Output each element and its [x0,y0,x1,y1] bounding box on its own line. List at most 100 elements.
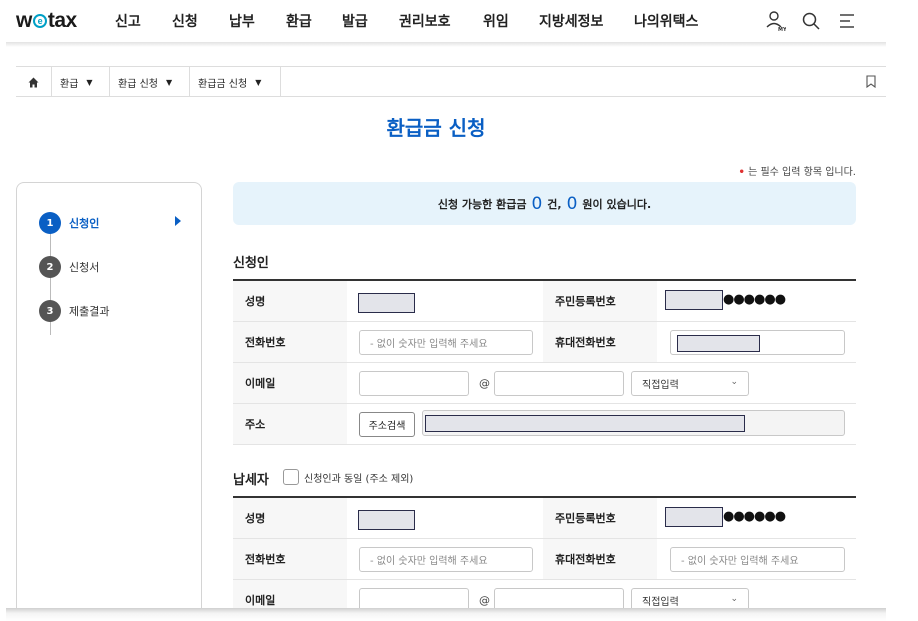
breadcrumb-item-refund-money[interactable]: 환급금 신청 ▼ [190,67,281,97]
logo-e-icon: e [32,14,47,28]
nav-item-issue[interactable]: 발급 [342,11,368,31]
banner-mid: 건, [547,197,562,211]
refund-amount: 0 [566,193,578,214]
bottom-divider [6,608,886,621]
applicant-rrn-front-masked [665,290,723,310]
step-3[interactable]: 3 제출결과 [39,300,109,322]
nav-item-my-wetax[interactable]: 나의위택스 [634,11,698,31]
header-icons: MY [764,10,858,32]
taxpayer-mobile-input[interactable]: - 없이 숫자만 입력해 주세요 [670,547,845,572]
required-note: • 는 필수 입력 항목 입니다. [739,163,857,178]
taxpayer-section-title: 납세자 [233,473,269,488]
applicant-address-input[interactable] [422,410,845,436]
refund-count: 0 [531,193,543,214]
email-at-sign: @ [479,377,490,390]
nav-item-delegate[interactable]: 위임 [483,11,509,31]
wetax-logo[interactable]: w e tax [16,9,77,33]
applicant-row-name: 성명 주민등록번호 ●●●●●● [233,281,856,322]
chevron-down-icon: ⌄ [730,377,738,387]
field-label: 주민등록번호 [543,281,657,321]
search-icon[interactable] [800,10,822,32]
applicant-form: 성명 주민등록번호 ●●●●●● 전화번호 - 없이 숫자만 입력해 주세요 휴… [233,279,856,445]
applicant-address-masked [425,415,745,432]
field-label: 주소 [233,404,347,444]
nav-item-report[interactable]: 신고 [115,11,141,31]
user-icon[interactable]: MY [764,10,786,32]
nav-item-rights[interactable]: 권리보호 [399,11,451,31]
logo-text-tax: tax [47,9,77,32]
chevron-down-icon: ⌄ [730,594,738,604]
breadcrumb-label: 환급 신청 [118,78,158,90]
email-at-sign: @ [479,594,490,607]
my-badge: MY [778,27,786,32]
select-value: 직접입력 [642,597,679,608]
step-arrow-icon [175,216,181,226]
menu-icon[interactable] [836,10,858,32]
applicant-email-id-input[interactable] [359,371,469,396]
step-1[interactable]: 1 신청인 [39,212,99,234]
field-label: 성명 [233,281,347,321]
step-2[interactable]: 2 신청서 [39,256,99,278]
step-label: 제출결과 [69,305,110,318]
applicant-phone-input[interactable]: - 없이 숫자만 입력해 주세요 [359,330,533,355]
breadcrumb-label: 환급금 신청 [198,78,248,90]
page-title: 환급금 신청 [386,116,486,140]
breadcrumb-item-refund[interactable]: 환급 ▼ [52,67,110,97]
refund-summary-banner: 신청 가능한 환급금 0 건, 0 원이 있습니다. [233,182,856,225]
applicant-rrn-dots: ●●●●●● [723,292,786,307]
same-as-applicant[interactable]: 신청인과 동일 (주소 제외) [283,469,413,485]
required-dot-icon: • [738,167,745,178]
applicant-row-email: 이메일 @ 직접입력 ⌄ [233,363,856,404]
select-value: 직접입력 [642,380,679,391]
breadcrumb: 환급 ▼ 환급 신청 ▼ 환급금 신청 ▼ [16,66,886,97]
taxpayer-row-name: 성명 주민등록번호 ●●●●●● [233,498,856,539]
same-as-applicant-label: 신청인과 동일 (주소 제외) [304,473,414,485]
breadcrumb-item-refund-apply[interactable]: 환급 신청 ▼ [110,67,190,97]
applicant-mobile-masked [677,335,760,352]
taxpayer-form: 성명 주민등록번호 ●●●●●● 전화번호 - 없이 숫자만 입력해 주세요 휴… [233,496,856,621]
address-search-button[interactable]: 주소검색 [359,412,415,437]
bookmark-icon[interactable] [866,75,876,89]
nav-item-refund[interactable]: 환급 [286,11,312,31]
nav-item-apply[interactable]: 신청 [172,11,198,31]
taxpayer-rrn-front-masked [665,507,723,527]
step-number: 2 [39,256,61,278]
caret-down-icon: ▼ [86,77,93,87]
field-label: 이메일 [233,363,347,403]
nav-item-local-tax-info[interactable]: 지방세정보 [539,11,603,31]
applicant-email-domain-select[interactable]: 직접입력 ⌄ [631,371,749,396]
caret-down-icon: ▼ [255,77,262,87]
applicant-name-masked [358,293,415,313]
applicant-row-address: 주소 주소검색 [233,404,856,445]
field-label: 전화번호 [233,539,347,579]
same-as-applicant-checkbox[interactable] [283,469,299,485]
taxpayer-name-masked [358,510,415,530]
top-header: w e tax 신고 신청 납부 환급 발급 권리보호 위임 지방세정보 나의위택스… [0,0,918,42]
breadcrumb-label: 환급 [60,78,79,90]
step-label: 신청서 [69,261,100,274]
caret-down-icon: ▼ [165,77,173,87]
logo-text-w: w [16,9,32,32]
taxpayer-rrn-dots: ●●●●●● [723,509,786,524]
applicant-row-phone: 전화번호 - 없이 숫자만 입력해 주세요 휴대전화번호 [233,322,856,363]
header-divider [6,42,886,47]
field-label: 휴대전화번호 [543,539,657,579]
step-number: 1 [39,212,61,234]
taxpayer-row-phone: 전화번호 - 없이 숫자만 입력해 주세요 휴대전화번호 - 없이 숫자만 입력… [233,539,856,580]
required-note-text: 는 필수 입력 항목 입니다. [748,167,856,178]
field-label: 주민등록번호 [543,498,657,538]
taxpayer-phone-input[interactable]: - 없이 숫자만 입력해 주세요 [359,547,533,572]
applicant-section-title: 신청인 [233,256,269,271]
applicant-mobile-input[interactable] [670,330,845,355]
field-label: 휴대전화번호 [543,322,657,362]
field-label: 성명 [233,498,347,538]
step-sidebar: 1 신청인 2 신청서 3 제출결과 [16,182,202,621]
step-label: 신청인 [69,217,100,230]
banner-prefix: 신청 가능한 환급금 [437,197,527,211]
nav-item-pay[interactable]: 납부 [229,11,255,31]
banner-suffix: 원이 있습니다. [582,197,652,211]
step-number: 3 [39,300,61,322]
field-label: 전화번호 [233,322,347,362]
home-icon[interactable] [16,67,52,97]
applicant-email-domain-input[interactable] [494,371,624,396]
